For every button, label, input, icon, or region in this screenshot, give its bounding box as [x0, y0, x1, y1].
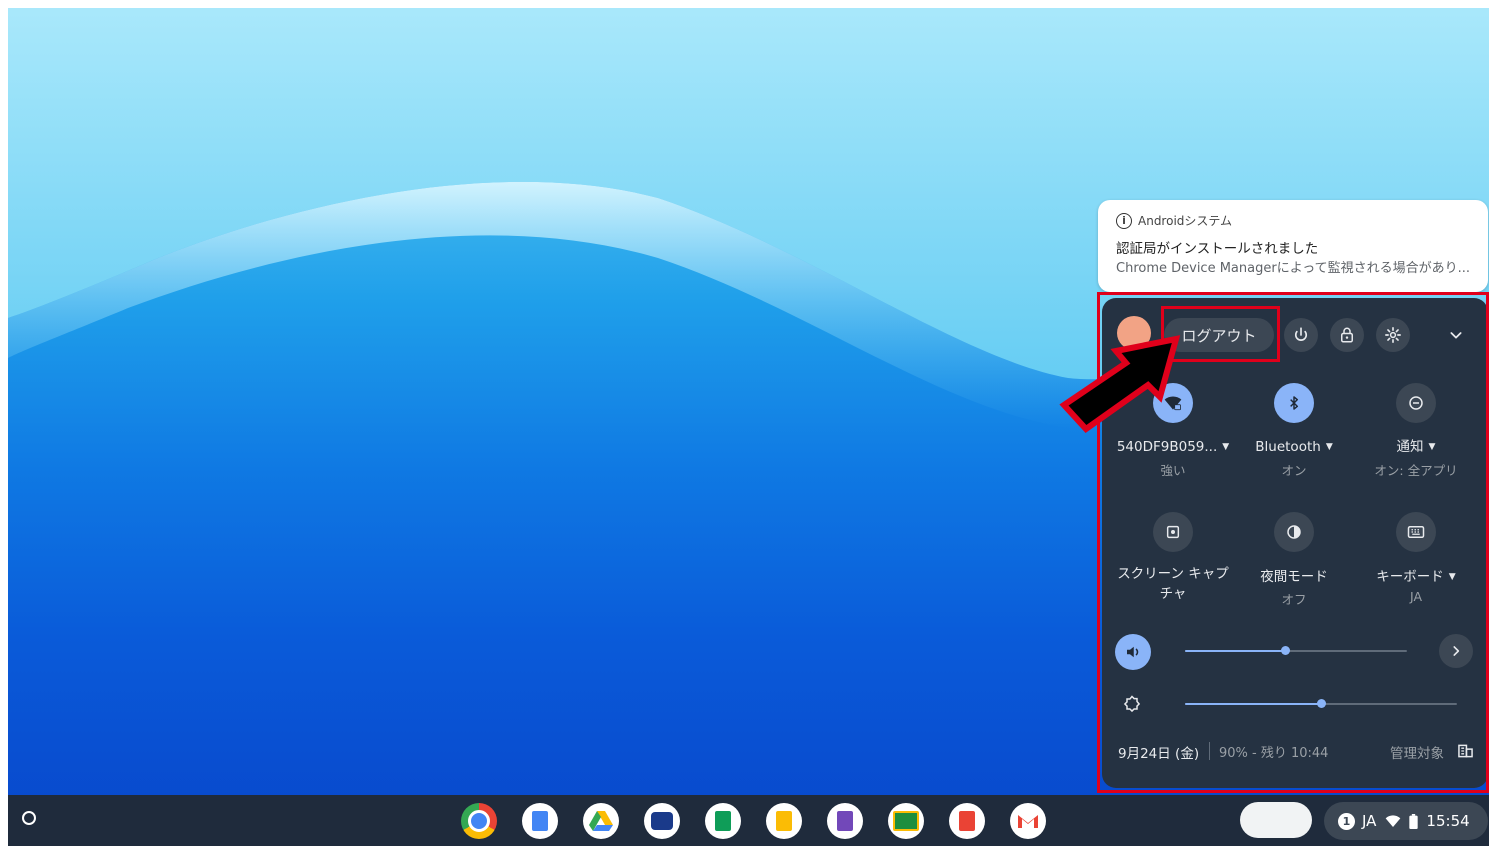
- notification-title: 認証局がインストールされました: [1116, 241, 1319, 257]
- notification-message: Chrome Device Managerによって監視される場合があり...: [1116, 261, 1471, 276]
- battery-icon: [1409, 813, 1419, 829]
- classroom-app-icon[interactable]: [888, 803, 924, 839]
- gmail-app-icon[interactable]: [1010, 803, 1046, 839]
- keep-app-icon[interactable]: [766, 803, 802, 839]
- clock: 15:54: [1426, 812, 1470, 830]
- notification-header: i Androidシステム: [1116, 212, 1232, 229]
- drive-app-icon[interactable]: [583, 803, 619, 839]
- docs-app-icon[interactable]: [522, 803, 558, 839]
- wifi-icon: [1386, 815, 1401, 827]
- status-tray[interactable]: 1 JA 15:54: [1324, 802, 1488, 840]
- ime-indicator: JA: [1362, 812, 1377, 830]
- forms-app-icon[interactable]: [827, 803, 863, 839]
- notification-card[interactable]: i Androidシステム 認証局がインストールされました Chrome Dev…: [1098, 200, 1488, 292]
- holding-space-pod[interactable]: [1240, 802, 1312, 838]
- chrome-app-icon[interactable]: [461, 803, 497, 839]
- shelf: 1 JA 15:54: [8, 795, 1489, 846]
- slides-app-icon[interactable]: [949, 803, 985, 839]
- epson-app-icon[interactable]: [644, 803, 680, 839]
- launcher-button[interactable]: [22, 811, 36, 825]
- info-icon: i: [1116, 212, 1132, 229]
- notification-app-name: Androidシステム: [1138, 214, 1233, 228]
- notification-count-badge: 1: [1338, 812, 1355, 830]
- pointer-arrow-icon: [1059, 335, 1181, 433]
- sheets-app-icon[interactable]: [705, 803, 741, 839]
